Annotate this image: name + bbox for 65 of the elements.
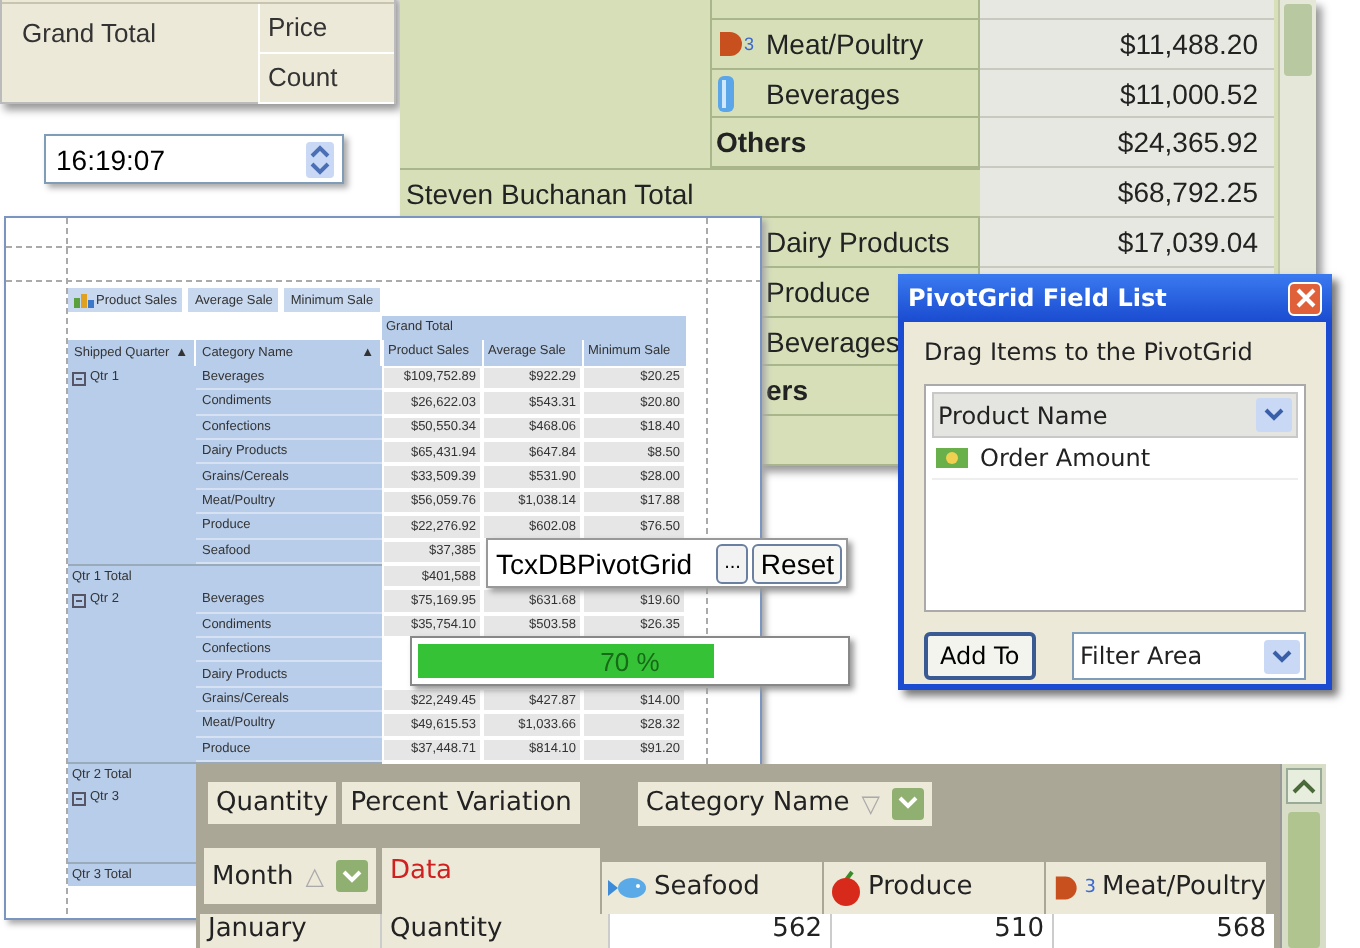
scroll-thumb[interactable] bbox=[1288, 812, 1320, 948]
table-cell: $24,365.92 bbox=[980, 118, 1274, 169]
scroll-thumb[interactable] bbox=[1284, 4, 1312, 76]
meat-icon bbox=[716, 29, 744, 58]
close-button[interactable] bbox=[1288, 281, 1322, 315]
filter-dropdown-icon[interactable] bbox=[335, 860, 368, 892]
row-header: Quantity bbox=[380, 913, 608, 948]
table-cell: 562 bbox=[608, 913, 830, 948]
ellipsis-button[interactable]: ... bbox=[716, 543, 749, 583]
field-button[interactable]: Month △ bbox=[204, 848, 376, 904]
column-header[interactable]: 3 Meat/Poultry bbox=[1043, 861, 1266, 914]
collapse-icon[interactable] bbox=[72, 371, 86, 386]
measure-header: Price bbox=[260, 4, 394, 54]
time-field[interactable]: 16:19:07 bbox=[44, 134, 344, 184]
chevron-down-icon bbox=[1272, 649, 1292, 663]
chevron-down-icon bbox=[1264, 408, 1284, 422]
scroll-up-button[interactable] bbox=[1286, 768, 1322, 804]
table-cell: $11,000.52 bbox=[980, 69, 1274, 119]
list-header[interactable]: Product Name bbox=[932, 392, 1298, 438]
icon-number: 3 bbox=[1084, 877, 1096, 898]
category-label: Beverages bbox=[766, 325, 900, 357]
apple-icon bbox=[829, 869, 862, 906]
category-label: Beverages bbox=[766, 77, 900, 110]
measure-header: Count bbox=[260, 54, 394, 104]
icon-number: 3 bbox=[744, 33, 755, 54]
component-field[interactable]: TcxDBPivotGrid ... Reset bbox=[486, 538, 848, 588]
close-icon bbox=[1295, 288, 1315, 308]
spin-buttons-icon[interactable] bbox=[306, 141, 334, 177]
category-label: ers bbox=[766, 374, 809, 407]
dropdown-button[interactable] bbox=[1264, 639, 1300, 673]
hint-text: Drag Items to the PivotGrid bbox=[924, 338, 1255, 366]
column-header[interactable]: Produce bbox=[821, 861, 1044, 914]
add-to-button[interactable]: Add To bbox=[924, 632, 1036, 680]
collapse-icon[interactable] bbox=[72, 792, 86, 807]
collapse-icon[interactable] bbox=[72, 594, 86, 609]
data-header: Data bbox=[381, 848, 600, 914]
column-header[interactable]: Seafood bbox=[599, 861, 822, 914]
category-label: Dairy Products bbox=[766, 225, 950, 258]
bottle-icon bbox=[716, 73, 736, 114]
field-button[interactable]: Percent Variation bbox=[342, 782, 580, 824]
table-cell: $17,039.04 bbox=[980, 218, 1274, 268]
filter-dropdown-icon[interactable] bbox=[892, 787, 925, 819]
chart-icon bbox=[74, 292, 94, 308]
reset-button[interactable]: Reset bbox=[752, 543, 842, 583]
meat-icon bbox=[1051, 873, 1079, 902]
table-cell: 510 bbox=[830, 913, 1052, 948]
category-label: Produce bbox=[766, 275, 871, 308]
money-icon bbox=[936, 446, 968, 470]
field-button[interactable]: Quantity bbox=[208, 782, 337, 824]
progress-label: 70 % bbox=[600, 646, 660, 676]
window-title: PivotGrid Field List bbox=[908, 284, 1167, 312]
field-button[interactable]: Category Name ▽ bbox=[637, 781, 933, 825]
table-cell: $68,792.25 bbox=[980, 168, 1274, 219]
fish-icon bbox=[607, 875, 648, 900]
dropdown-button[interactable] bbox=[1256, 398, 1292, 432]
scrollbar[interactable] bbox=[1280, 764, 1326, 948]
table-cell: 568 bbox=[1052, 913, 1274, 948]
category-label: Meat/Poultry bbox=[766, 27, 924, 60]
row-header: Grand Total bbox=[20, 16, 158, 52]
list-item[interactable]: Order Amount bbox=[932, 438, 1298, 480]
chevron-up-icon bbox=[1292, 778, 1316, 794]
row-header: January bbox=[200, 913, 380, 948]
table-cell: $11,488.20 bbox=[980, 19, 1274, 70]
category-label: Others bbox=[716, 126, 807, 159]
area-dropdown[interactable]: Filter Area bbox=[1072, 632, 1306, 680]
